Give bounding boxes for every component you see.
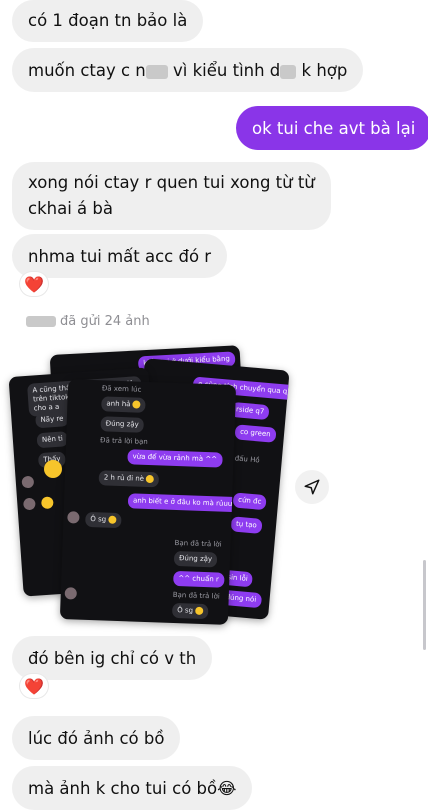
message-bubble-outgoing[interactable]: ok tui che avt bà lại (236, 106, 428, 150)
message-text: ckhai á bà (28, 199, 113, 218)
mini-message: Ô sg (85, 511, 122, 529)
message-text: vì kiểu tình d (167, 61, 281, 80)
message-bubble[interactable]: có 1 đoạn tn bảo là (12, 0, 204, 42)
mini-message: Đúng zậy (173, 550, 218, 568)
message-text: xong nói ctay r quen tui xong từ từ (28, 173, 315, 192)
blurred-avatar (64, 587, 77, 600)
mini-message: Bạn đã trả lời (174, 538, 222, 549)
mini-message: đấu Hồ (234, 454, 260, 465)
emoji-face-icon (146, 474, 155, 484)
message-text: muốn ctay c n (28, 61, 146, 80)
mini-message: Ô sg (171, 602, 209, 620)
mini-message: co green (234, 424, 277, 443)
message-text: đó bên ig chỉ có v th (28, 649, 197, 668)
message-bubble[interactable]: nhma tui mất acc đó r (12, 234, 228, 278)
emoji-face-icon (108, 515, 117, 524)
blurred-avatar (22, 497, 36, 511)
message-text: mà ảnh k cho tui có bồ (28, 779, 218, 798)
message-bubble[interactable]: muốn ctay c n vì kiểu tình d k hợp (12, 48, 364, 92)
message-text: nhma tui mất acc đó r (28, 247, 212, 266)
redacted-blur (26, 316, 56, 327)
message-bubble[interactable]: mà ảnh k cho tui có bồ😂 (12, 766, 253, 810)
message-bubble[interactable]: đó bên ig chỉ có v th (12, 636, 213, 680)
share-button[interactable] (295, 470, 329, 504)
message-text: lúc đó ảnh có bồ (28, 729, 165, 748)
emoji-face-icon (195, 606, 204, 615)
emoji-face-icon (132, 400, 141, 409)
mini-message: Bạn đã trả lời (172, 590, 220, 601)
mini-message: vừa để vừa rảnh mà ^^ (127, 449, 223, 468)
message-text: có 1 đoạn tn bảo là (28, 11, 188, 30)
mini-message: rside q7 (230, 401, 270, 421)
mini-message: Nên ti (36, 431, 69, 449)
scrollbar[interactable] (423, 560, 426, 650)
mini-message: Nãy re (35, 411, 69, 429)
blurred-avatar (67, 511, 80, 524)
mini-message: Đã xem lúc (101, 384, 142, 394)
mini-message: cứn đc (232, 492, 267, 511)
blurred-avatar (21, 475, 35, 489)
mini-message: tụ tạo (230, 516, 263, 534)
photo-stack[interactable]: kiểu tui ở dưới kiểu bằng e cũng tính ch… (8, 344, 290, 634)
message-bubble[interactable]: lúc đó ảnh có bồ (12, 716, 181, 760)
blurred-avatar (40, 496, 54, 510)
emoji-face-icon (44, 460, 62, 478)
message-text: k hợp (296, 61, 348, 80)
mini-message: ^^ chuẩn r (173, 570, 225, 588)
redacted-blur (145, 64, 168, 79)
send-icon (304, 479, 320, 495)
sent-photos-note: đã gửi 24 ảnh (26, 314, 150, 329)
message-bubble[interactable]: xong nói ctay r quen tui xong từ từ ckha… (12, 162, 331, 230)
photo-card-front: Đã xem lúc anh hả Đúng zậy Đã trả lời bạ… (59, 379, 237, 625)
message-text: ok tui che avt bà lại (252, 119, 416, 138)
heart-reaction[interactable]: ❤️ (20, 272, 48, 296)
heart-reaction[interactable]: ❤️ (20, 674, 48, 698)
mini-message: anh biết e ở đâu ko mà rủuuu (127, 493, 237, 513)
mini-message: Đúng zậy (100, 416, 145, 433)
mini-message: 2 h rủ đi nè (98, 470, 160, 488)
mini-message: anh hả (101, 396, 146, 413)
mini-message: Đã trả lời bạn (99, 436, 148, 446)
laugh-emoji: 😂 (217, 779, 237, 798)
redacted-blur (280, 64, 297, 79)
